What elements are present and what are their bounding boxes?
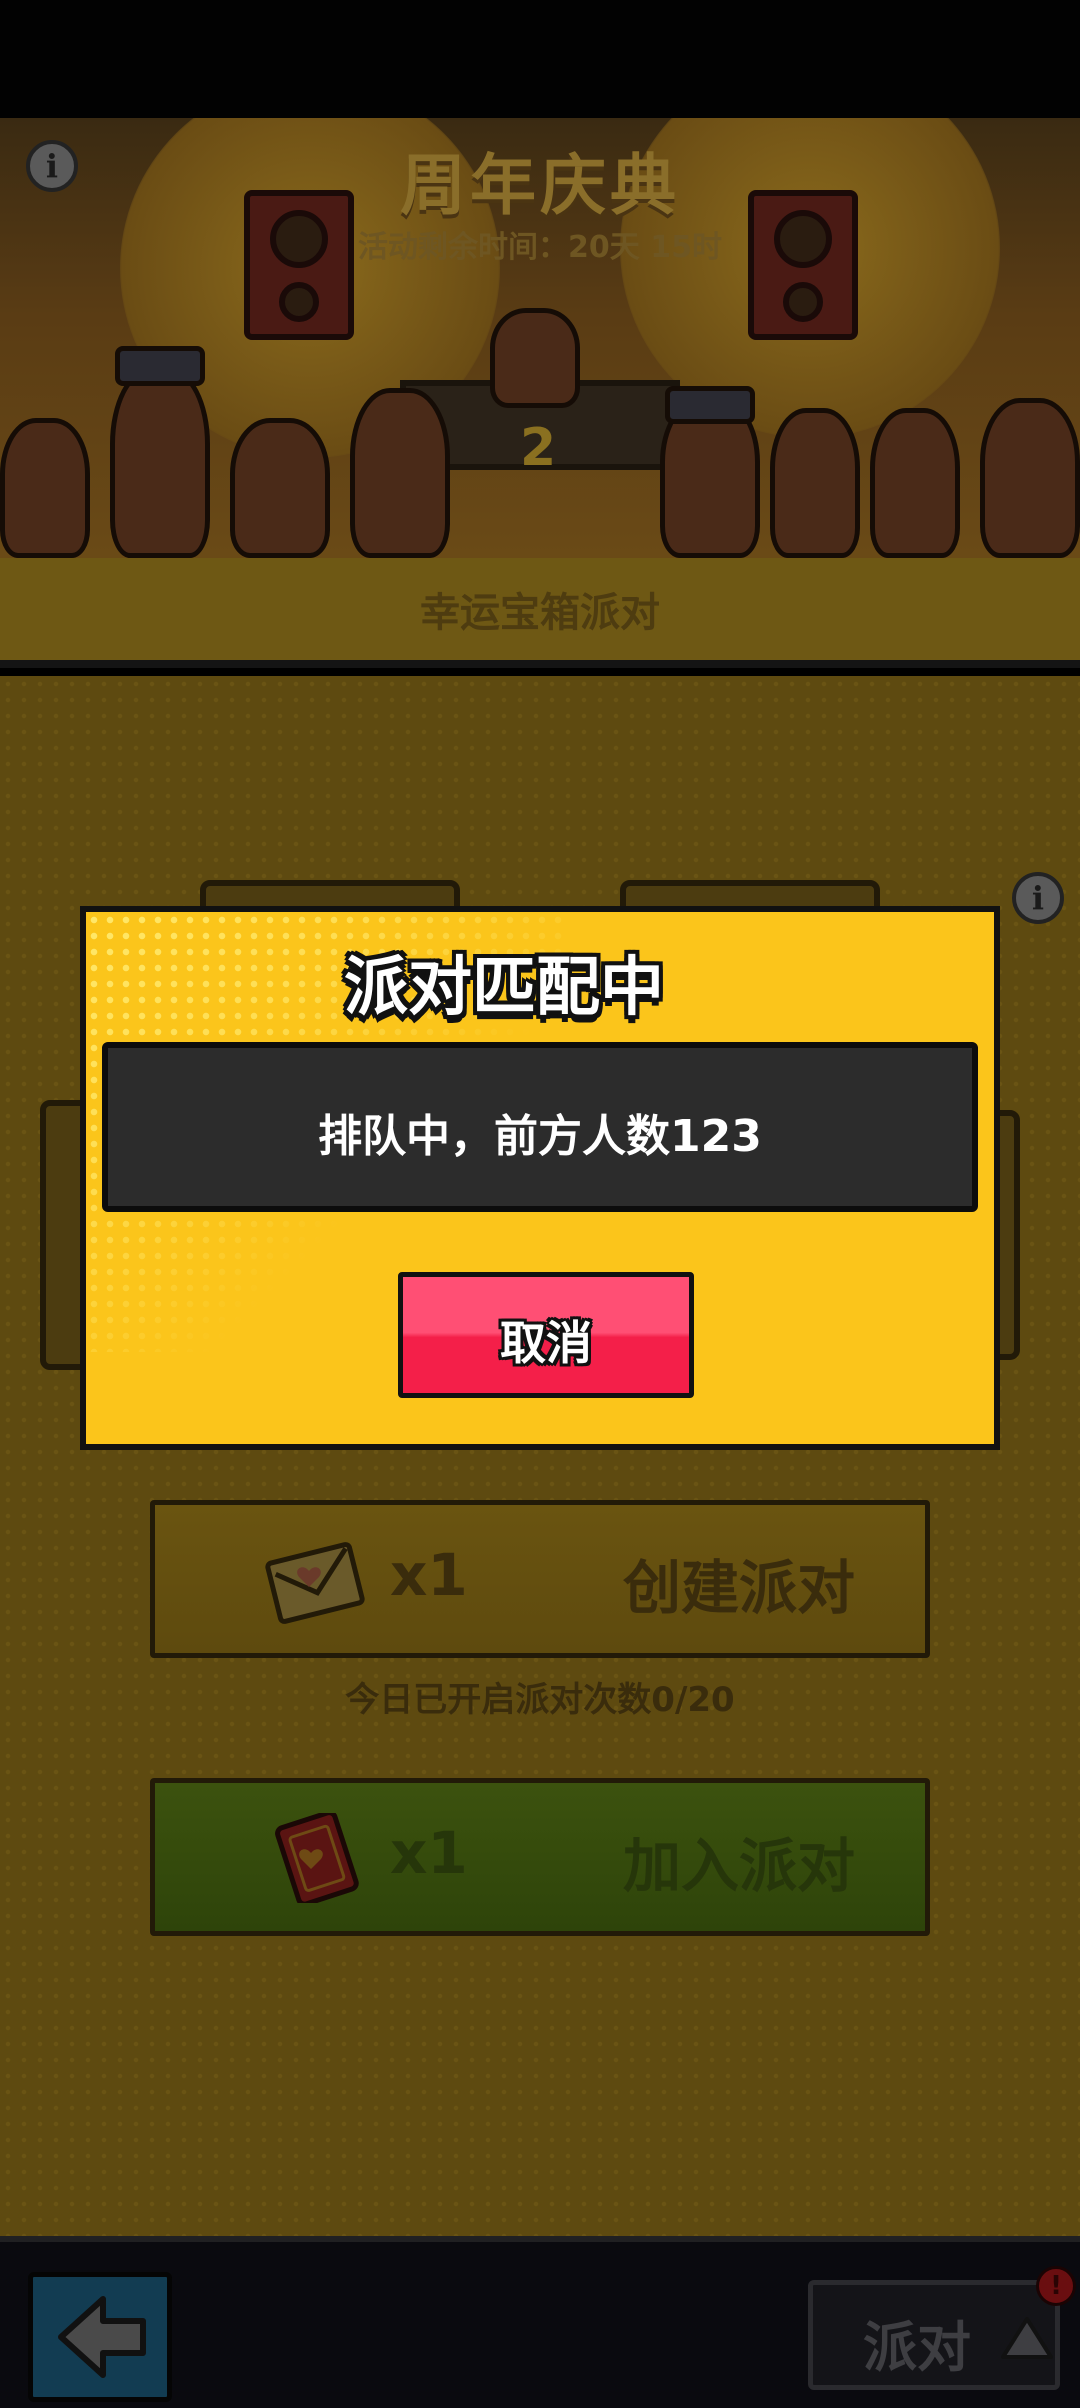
join-party-label: 加入派对 xyxy=(622,1832,855,1900)
crowd-character xyxy=(230,418,330,558)
notification-badge: ! xyxy=(1036,2266,1076,2306)
event-info-icon[interactable]: i xyxy=(26,140,78,192)
crowd-character xyxy=(0,418,90,558)
party-menu-button[interactable]: 派对 xyxy=(808,2280,1060,2390)
crowd-character xyxy=(110,368,210,558)
queue-status-text: 排队中，前方人数123 xyxy=(318,1111,762,1162)
envelope-icon xyxy=(265,1542,365,1624)
matching-dialog: 派对匹配中 排队中，前方人数123 取消 xyxy=(80,906,1000,1450)
stage-number: 2 xyxy=(520,418,557,478)
crowd-character xyxy=(980,398,1080,558)
join-party-button[interactable]: x1 加入派对 xyxy=(150,1778,930,1936)
event-banner: 2 周年庆典 活动剩余时间：20天 15时 i xyxy=(0,118,1080,558)
crowd-character xyxy=(770,408,860,558)
crowd-character xyxy=(490,308,580,408)
cancel-button-label: 取消 xyxy=(500,1316,592,1370)
crowd-hat xyxy=(665,386,755,424)
cancel-button[interactable]: 取消 xyxy=(398,1272,694,1398)
daily-party-count: 今日已开启派对次数0/20 xyxy=(345,1680,735,1720)
red-card-icon xyxy=(275,1813,359,1903)
create-party-button[interactable]: x1 创建派对 xyxy=(150,1500,930,1658)
event-title: 周年庆典 xyxy=(400,147,680,224)
back-arrow-icon xyxy=(58,2296,146,2378)
bottom-bar: 派对 ! xyxy=(0,2236,1080,2408)
queue-status-box: 排队中，前方人数123 xyxy=(102,1042,978,1212)
status-bar xyxy=(0,0,1080,118)
chest-info-icon[interactable]: i xyxy=(1012,872,1064,924)
join-party-multiplier: x1 xyxy=(390,1819,468,1887)
create-party-multiplier: x1 xyxy=(390,1541,468,1609)
dialog-title: 派对匹配中 xyxy=(344,951,664,1025)
create-party-label: 创建派对 xyxy=(622,1554,855,1622)
back-button[interactable] xyxy=(28,2272,172,2402)
crowd-character xyxy=(870,408,960,558)
crowd-hat xyxy=(115,346,205,386)
crowd-character xyxy=(350,388,450,558)
party-menu-label: 派对 xyxy=(863,2316,971,2379)
section-header: 幸运宝箱派对 xyxy=(0,558,1080,668)
triangle-up-icon xyxy=(1001,2317,1053,2359)
section-title: 幸运宝箱派对 xyxy=(420,590,660,636)
event-time-remaining: 活动剩余时间：20天 15时 xyxy=(358,230,722,265)
